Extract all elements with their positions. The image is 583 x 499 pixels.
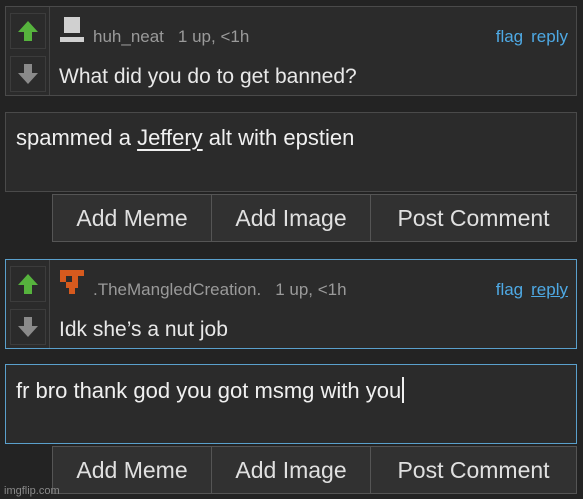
reply-text-suffix: alt with epstien [202, 125, 355, 150]
add-image-button[interactable]: Add Image [212, 447, 371, 493]
post-comment-button[interactable]: Post Comment [371, 195, 576, 241]
comment-text: Idk she’s a nut job [59, 318, 228, 341]
add-meme-button[interactable]: Add Meme [53, 447, 212, 493]
spellcheck-word[interactable]: Jeffery [137, 125, 203, 150]
avatar[interactable] [58, 15, 86, 43]
downvote-button[interactable] [10, 309, 46, 345]
vote-column [6, 260, 50, 348]
flag-link[interactable]: flag [496, 280, 523, 299]
flag-link[interactable]: flag [496, 27, 523, 46]
comment-actions: flag reply [488, 280, 568, 300]
down-arrow-icon [18, 64, 38, 84]
comment-meta: .TheMangledCreation. 1 up, <1h [93, 280, 347, 300]
reply-link[interactable]: reply [531, 280, 568, 299]
comment-card: .TheMangledCreation. 1 up, <1h flag reply … [5, 259, 577, 349]
points-label: 1 up, <1h [177, 27, 250, 46]
text-cursor [402, 377, 405, 403]
comment-actions: flag reply [488, 27, 568, 47]
reply-text-prefix: spammed a [16, 125, 138, 150]
reply-text: spammed a Jeffery alt with epstien [16, 125, 354, 151]
avatar[interactable] [58, 268, 86, 296]
reply-textarea[interactable]: spammed a Jeffery alt with epstien [5, 112, 577, 192]
watermark: imgflip.com [4, 485, 60, 497]
username-link[interactable]: .TheMangledCreation. [93, 280, 261, 299]
up-arrow-icon [18, 274, 38, 294]
reply-text-content: fr bro thank god you got msmg with you [16, 378, 402, 403]
comment-meta: huh_neat 1 up, <1h [93, 27, 249, 47]
reply-text: fr bro thank god you got msmg with you [16, 377, 405, 404]
upvote-button[interactable] [10, 13, 46, 49]
vote-column [6, 7, 50, 95]
add-image-button[interactable]: Add Image [212, 195, 371, 241]
reply-textarea[interactable]: fr bro thank god you got msmg with you [5, 364, 577, 444]
upvote-button[interactable] [10, 266, 46, 302]
up-arrow-icon [18, 21, 38, 41]
add-meme-button[interactable]: Add Meme [53, 195, 212, 241]
downvote-button[interactable] [10, 56, 46, 92]
comment-text: What did you do to get banned? [59, 65, 357, 88]
reply-toolbar: Add Meme Add Image Post Comment [52, 446, 577, 494]
reply-toolbar: Add Meme Add Image Post Comment [52, 194, 577, 242]
post-comment-button[interactable]: Post Comment [371, 447, 576, 493]
reply-link[interactable]: reply [531, 27, 568, 46]
points-label: 1 up, <1h [275, 280, 347, 299]
username-link[interactable]: huh_neat [93, 27, 164, 46]
comment-card: huh_neat 1 up, <1h flag reply What did you… [5, 6, 577, 96]
down-arrow-icon [18, 317, 38, 337]
